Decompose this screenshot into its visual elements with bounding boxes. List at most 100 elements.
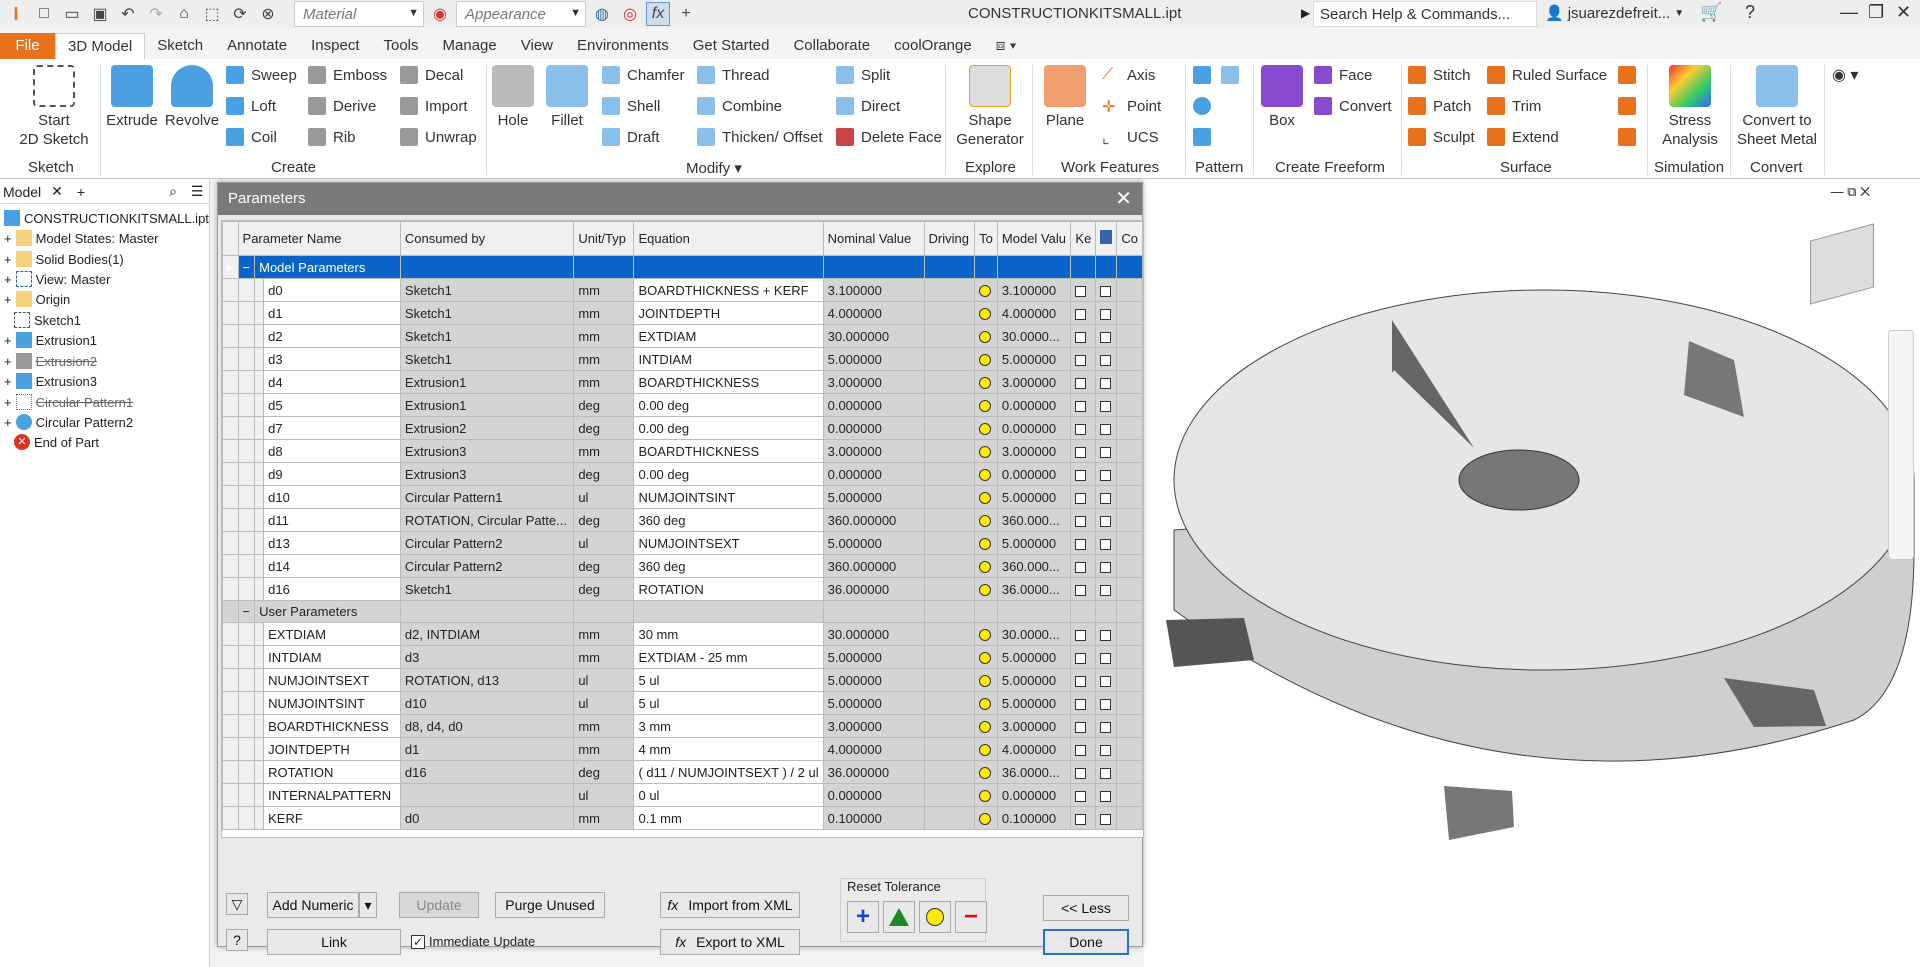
export-checkbox[interactable] [1100,354,1112,366]
stress-analysis-button[interactable]: Stress Analysis [1654,65,1726,149]
parameter-row[interactable]: NUMJOINTSEXT ROTATION, d13 ul 5 ul 5.000000 5… [222,668,1143,692]
link-button[interactable]: Link [267,929,401,955]
tab-sketch[interactable]: Sketch [145,33,215,59]
export-checkbox[interactable] [1100,538,1112,550]
equation-cell[interactable]: 5 ul [633,668,824,692]
export-checkbox[interactable] [1100,285,1112,297]
key-checkbox[interactable] [1075,790,1087,802]
export-checkbox-cell[interactable] [1095,301,1118,325]
tab-tools[interactable]: Tools [372,33,431,59]
export-checkbox-cell[interactable] [1095,714,1118,738]
redo-icon[interactable]: ↷ [144,2,168,26]
row-selector[interactable]: ▸ [222,255,239,279]
equation-cell[interactable]: ( d11 / NUMJOINTSEXT ) / 2 ul [633,760,824,784]
key-checkbox[interactable] [1075,652,1087,664]
key-checkbox-cell[interactable] [1070,622,1097,646]
key-checkbox[interactable] [1075,698,1087,710]
export-checkbox[interactable] [1100,400,1112,412]
export-checkbox-cell[interactable] [1095,554,1118,578]
row-selector[interactable] [222,554,239,578]
comment-cell[interactable] [1116,737,1143,761]
equation-cell[interactable]: 5 ul [633,691,824,715]
close-icon[interactable]: ✕ [1115,183,1132,215]
key-checkbox-cell[interactable] [1070,416,1097,440]
tolerance-cell[interactable] [974,485,998,509]
col-tolerance[interactable]: To [974,221,998,256]
unit-cell[interactable]: mm [573,278,635,302]
tab-file[interactable]: File [0,33,55,59]
row-selector[interactable] [222,668,239,692]
tree-extrusion3[interactable]: + Extrusion3 [4,373,97,389]
row-selector[interactable] [222,508,239,532]
row-selector[interactable] [222,347,239,371]
unit-cell[interactable]: mm [573,622,635,646]
row-selector[interactable] [222,393,239,417]
comment-cell[interactable] [1116,691,1143,715]
col-equation[interactable]: Equation [633,221,824,256]
row-selector[interactable] [222,783,239,807]
export-checkbox-cell[interactable] [1095,691,1118,715]
parameter-row[interactable]: d13 Circular Pattern2 ul NUMJOINTSEXT 5.0000… [222,531,1143,555]
thicken-offset-button[interactable]: Thicken/ Offset [697,126,823,148]
tab-get-started[interactable]: Get Started [681,33,782,59]
key-checkbox[interactable] [1075,446,1087,458]
expand-icon[interactable]: + [4,354,12,369]
export-checkbox-cell[interactable] [1095,622,1118,646]
export-checkbox[interactable] [1100,492,1112,504]
unit-cell[interactable]: mm [573,439,635,463]
export-checkbox-cell[interactable] [1095,462,1118,486]
immediate-update-checkbox[interactable]: ✓ Immediate Update [411,934,535,949]
plus-icon[interactable]: + [674,2,698,26]
model-parameters-group[interactable]: ▸ − Model Parameters [222,255,1143,279]
key-checkbox-cell[interactable] [1070,462,1097,486]
tab-coolorange[interactable]: coolOrange [882,33,984,59]
key-checkbox[interactable] [1075,492,1087,504]
comment-cell[interactable] [1116,645,1143,669]
unit-cell[interactable]: ul [573,783,635,807]
key-checkbox-cell[interactable] [1070,485,1097,509]
convert-sheet-metal-button[interactable]: Convert to Sheet Metal [1734,65,1820,149]
equation-cell[interactable]: 0.1 mm [633,806,824,830]
col-comment[interactable]: Co [1116,221,1143,256]
face-button[interactable]: Face [1314,64,1372,86]
select-icon[interactable]: ⬚ [200,2,224,26]
split-button[interactable]: Split [836,64,890,86]
row-selector[interactable] [222,760,239,784]
parameter-row[interactable]: JOINTDEPTH d1 mm 4 mm 4.000000 4.000000 [222,737,1143,761]
home-icon[interactable]: ⌂ [172,2,196,26]
parameter-name-cell[interactable]: d5 [263,393,401,417]
new-icon[interactable]: □ [32,2,56,26]
parameter-row[interactable]: d7 Extrusion2 deg 0.00 deg 0.000000 0.000000 [222,416,1143,440]
tree-extrusion1[interactable]: + Extrusion1 [4,332,97,348]
panel-label-modify[interactable]: Modify ▾ [686,159,742,177]
hole-button[interactable]: Hole [490,65,536,130]
direct-button[interactable]: Direct [836,95,900,117]
tolerance-cell[interactable] [974,324,998,348]
equation-cell[interactable]: 4 mm [633,737,824,761]
tolerance-cell[interactable] [974,508,998,532]
lower-tolerance-button[interactable]: − [955,901,987,933]
key-checkbox[interactable] [1075,584,1087,596]
comment-cell[interactable] [1116,324,1143,348]
export-checkbox-cell[interactable] [1095,324,1118,348]
expand-icon[interactable]: + [4,395,12,410]
key-checkbox[interactable] [1075,354,1087,366]
key-checkbox[interactable] [1075,629,1087,641]
tolerance-cell[interactable] [974,554,998,578]
parameter-name-cell[interactable]: JOINTDEPTH [263,737,401,761]
parameter-name-cell[interactable]: d3 [263,347,401,371]
equation-cell[interactable]: 360 deg [633,554,824,578]
export-checkbox-cell[interactable] [1095,577,1118,601]
comment-cell[interactable] [1116,806,1143,830]
export-checkbox[interactable] [1100,561,1112,573]
tolerance-cell[interactable] [974,668,998,692]
export-checkbox-cell[interactable] [1095,485,1118,509]
patch-button[interactable]: Patch [1408,95,1471,117]
tree-circular-pattern2[interactable]: + Circular Pattern2 [4,414,133,430]
appearance-icon[interactable]: ◉ [428,2,452,26]
parameter-name-cell[interactable]: EXTDIAM [263,622,401,646]
key-checkbox-cell[interactable] [1070,645,1097,669]
key-checkbox-cell[interactable] [1070,806,1097,830]
tolerance-cell[interactable] [974,645,998,669]
sketch-pattern-icon[interactable] [1193,126,1211,148]
